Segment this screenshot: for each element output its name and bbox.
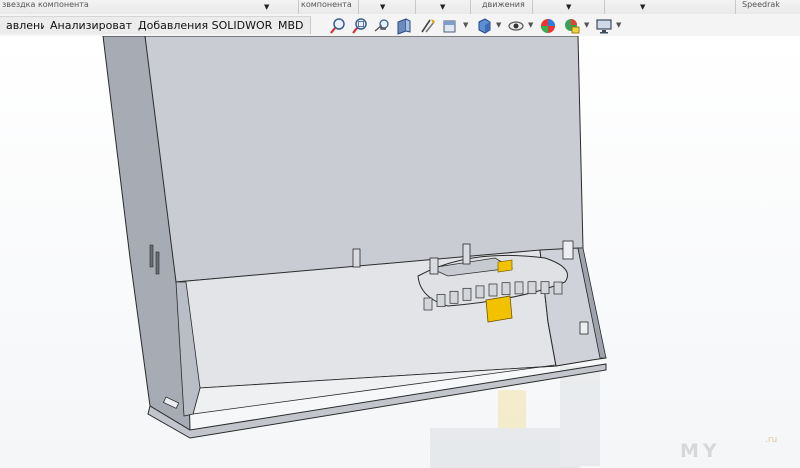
- ribbon-divider: [735, 0, 736, 14]
- gear-tooth: [514, 281, 524, 295]
- ribbon-label-speedrak: Speedrak: [742, 0, 780, 9]
- apply-scene-icon[interactable]: [562, 16, 582, 36]
- chevron-down-icon[interactable]: ▼: [440, 3, 445, 11]
- zoom-area-icon[interactable]: [350, 16, 370, 36]
- ribbon-divider: [415, 0, 416, 14]
- bracket-slot: [579, 321, 589, 335]
- ribbon-divider: [470, 0, 471, 14]
- assembly-model[interactable]: [0, 36, 800, 468]
- ribbon-label-component: компонента: [301, 0, 352, 9]
- chevron-down-icon[interactable]: ▼: [584, 21, 589, 29]
- section-view-icon[interactable]: [394, 16, 414, 36]
- tab-solidworks-addins[interactable]: Добавления SOLIDWORKS: [132, 16, 294, 34]
- chevron-down-icon[interactable]: ▼: [616, 21, 621, 29]
- edit-appearance-icon[interactable]: [538, 16, 558, 36]
- ribbon-label-assembly: звездка компонента: [2, 0, 89, 9]
- yellow-motor-block: [485, 295, 513, 323]
- ribbon-divider: [532, 0, 533, 14]
- chevron-down-icon[interactable]: ▼: [566, 3, 571, 11]
- view-orientation-icon[interactable]: [440, 16, 460, 36]
- zoom-to-fit-icon[interactable]: [328, 16, 348, 36]
- bracket-slot: [562, 240, 574, 260]
- gear-tooth: [436, 294, 446, 307]
- display-style-icon[interactable]: [474, 16, 494, 36]
- gear-tooth: [553, 281, 563, 295]
- hide-show-items-icon[interactable]: [506, 16, 526, 36]
- gear-tooth: [423, 297, 433, 311]
- chevron-down-icon[interactable]: ▼: [380, 3, 385, 11]
- ribbon-label-motion: движения: [482, 0, 525, 9]
- box-top-panel[interactable]: [144, 36, 584, 283]
- gear-shaft: [462, 243, 471, 265]
- chevron-down-icon[interactable]: ▼: [264, 3, 269, 11]
- tab-evaluate[interactable]: Анализировать: [44, 16, 146, 34]
- view-settings-icon[interactable]: [594, 16, 614, 36]
- previous-view-icon[interactable]: [372, 16, 392, 36]
- dynamic-annotation-icon[interactable]: [418, 16, 438, 36]
- ribbon-divider: [298, 0, 299, 14]
- site-watermark: MY: [680, 440, 721, 462]
- chevron-down-icon[interactable]: ▼: [640, 3, 645, 11]
- side-slot: [149, 244, 154, 268]
- chevron-down-icon[interactable]: ▼: [528, 21, 533, 29]
- chevron-down-icon[interactable]: ▼: [496, 21, 501, 29]
- chevron-down-icon[interactable]: ▼: [463, 21, 468, 29]
- command-manager-ribbon: звездка компонента ▼ компонента ▼ ▼ движ…: [0, 0, 800, 15]
- site-watermark-suffix: .ru: [765, 435, 778, 445]
- tab-mbd[interactable]: MBD: [272, 16, 311, 34]
- gear-shaft: [429, 257, 439, 275]
- gear-tooth: [449, 290, 459, 304]
- side-slot: [155, 251, 160, 275]
- graphics-viewport[interactable]: [0, 36, 800, 468]
- ribbon-divider: [358, 0, 359, 14]
- gear-tooth: [501, 282, 511, 296]
- gear-tooth: [527, 281, 537, 295]
- yellow-marker: [497, 259, 513, 273]
- gear-tooth: [462, 287, 472, 301]
- gear-tooth: [488, 283, 498, 297]
- gear-tooth: [475, 285, 485, 299]
- top-peg[interactable]: [352, 248, 361, 268]
- ribbon-divider: [604, 0, 605, 14]
- gear-tooth: [540, 281, 550, 295]
